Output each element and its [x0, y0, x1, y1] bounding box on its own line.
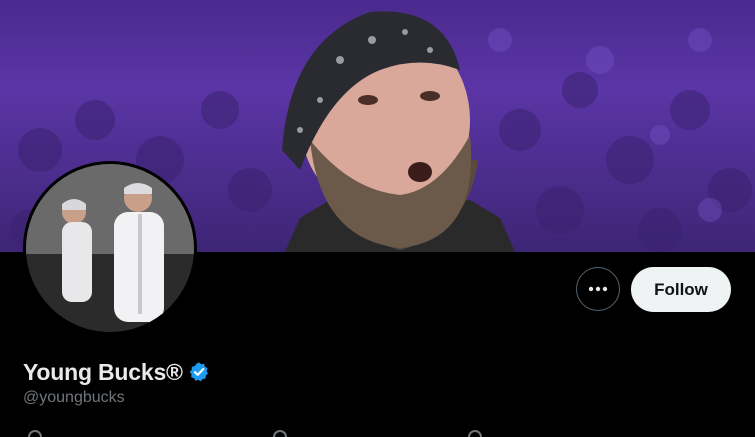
more-options-button[interactable] — [576, 267, 620, 311]
ellipsis-icon — [588, 286, 608, 292]
profile-handle: @youngbucks — [23, 389, 125, 406]
profile-avatar[interactable] — [23, 161, 197, 335]
avatar-image — [26, 164, 194, 332]
profile-meta-icons — [28, 430, 482, 437]
follow-button[interactable]: Follow — [631, 267, 731, 312]
display-name: Young Bucks® — [23, 358, 183, 385]
verified-badge-icon[interactable] — [188, 361, 210, 383]
display-name-row: Young Bucks® — [23, 356, 210, 388]
